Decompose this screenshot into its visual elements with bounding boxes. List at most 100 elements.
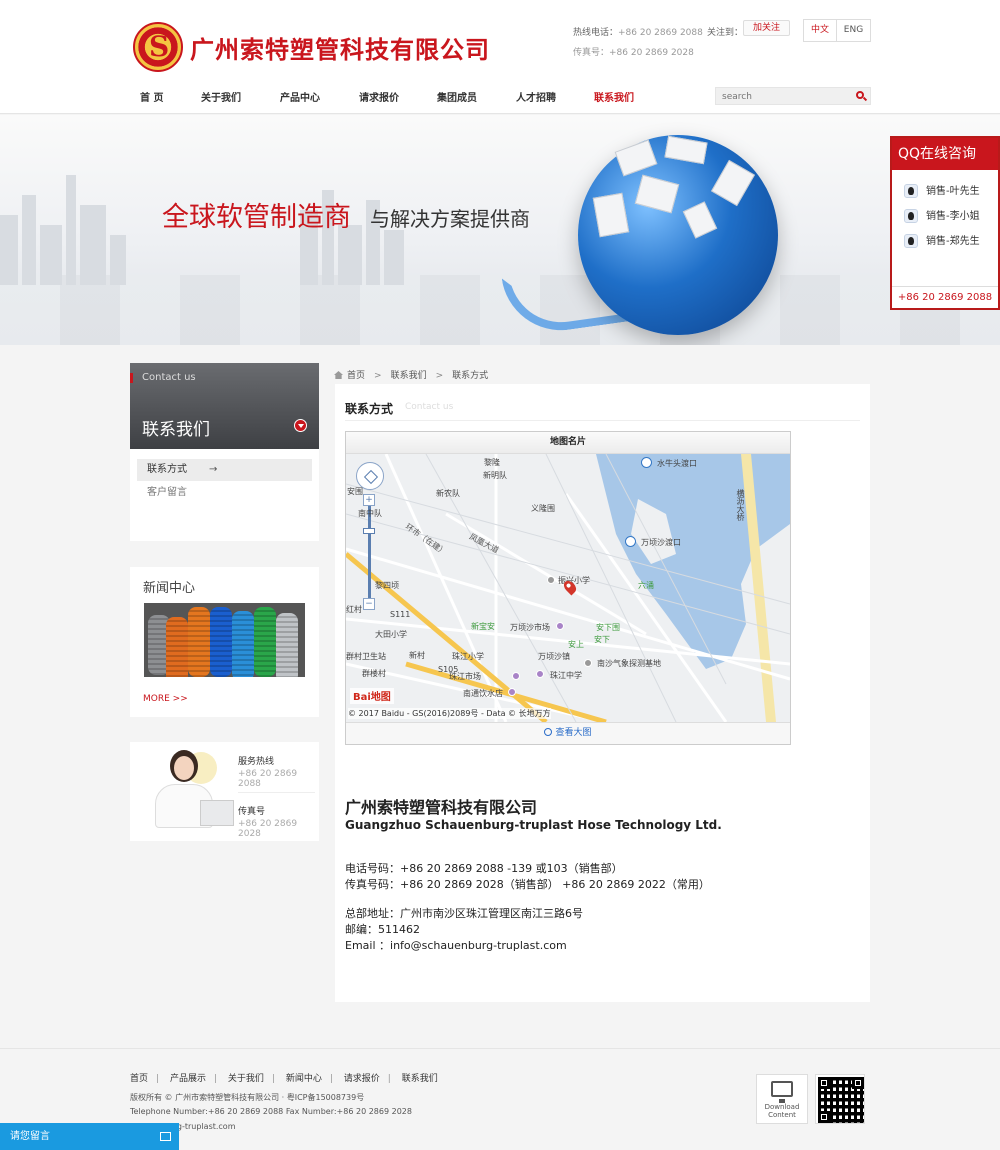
qq-panel-phone: +86 20 2869 2088 [892, 286, 998, 308]
company-logo-emblem[interactable]: S [133, 22, 183, 72]
map-label: 安下 [594, 635, 610, 644]
map-label: 红村 [346, 605, 362, 614]
leave-message-label: 请您留言 [10, 1131, 50, 1142]
weibo-follow-button[interactable]: 加关注 [743, 20, 790, 36]
lang-chinese-button[interactable]: 中文 [803, 19, 837, 42]
map-label: 安下围 [596, 623, 620, 632]
nav-group[interactable]: 集团成员 [437, 89, 477, 104]
map-zoom-out-button[interactable]: − [363, 598, 375, 610]
service-fax-label: 传真号 [238, 807, 266, 817]
baidu-map-logo[interactable]: Bai地图 [350, 688, 394, 704]
sidebar-contact-en: Contact us [142, 372, 196, 383]
chevron-down-icon[interactable] [294, 419, 307, 432]
nav-about[interactable]: 关于我们 [201, 89, 241, 104]
map-label: 万顷沙市场 [510, 623, 550, 632]
leave-message-bar[interactable]: 请您留言 [0, 1123, 179, 1150]
map-label: 新明队 [483, 471, 507, 480]
nav-contact[interactable]: 联系我们 [594, 89, 634, 104]
map-label: 新宝安 [471, 622, 495, 631]
news-more-link[interactable]: MORE >> [143, 694, 188, 704]
map-label: 水牛头渡口 [657, 459, 697, 468]
map-label: 黎四顷 [375, 581, 399, 590]
map-zoom-handle[interactable] [363, 528, 375, 534]
sidebar-accent-bar [130, 373, 133, 383]
map-label: 珠江中学 [550, 671, 582, 680]
footer-link-quote[interactable]: 请求报价 [344, 1074, 380, 1084]
map-label: 南沙气象探测基地 [597, 659, 661, 668]
sidebar-contact-header: Contact us 联系我们 [130, 363, 319, 449]
search-input[interactable] [716, 89, 846, 105]
minimize-icon[interactable] [160, 1132, 171, 1141]
banner-headline-dark: 与解决方案提供商 [370, 207, 530, 231]
nav-quote[interactable]: 请求报价 [359, 89, 399, 104]
download-content-button[interactable]: Download Content [756, 1074, 808, 1124]
news-hose-image[interactable] [144, 603, 305, 677]
market-icon [512, 672, 520, 680]
sidebar-news: 新闻中心 MORE >> [130, 567, 319, 717]
lang-english-button[interactable]: ENG [836, 19, 871, 42]
service-hotline-value: +86 20 2869 2088 [238, 769, 298, 789]
sidebar-item-guestbook[interactable]: 客户留言 [137, 482, 312, 504]
main-content: 联系方式 Contact us 地图名片 + − 黎隆 新明队 水牛头渡口 安围… [335, 384, 870, 1002]
footer-link-home[interactable]: 首页 [130, 1074, 148, 1084]
map-label: 新村 [409, 651, 425, 660]
view-larger-map-link[interactable]: 查看大图 [346, 722, 790, 744]
nav-home[interactable]: 首 页 [140, 89, 163, 104]
site-header: S 广州索特塑管科技有限公司 热线电话：+86 20 2869 2088 传真号… [0, 0, 1000, 114]
footer-copyright: 版权所有 © 广州市索特塑管科技有限公司 · 粤ICP备15008739号 [130, 1093, 365, 1102]
phone-line: 电话号码：+86 20 2869 2088 -139 或103（销售部） [345, 862, 623, 875]
qq-contact-li[interactable]: 销售-李小姐 [904, 207, 980, 223]
qq-penguin-icon [904, 184, 918, 198]
page-subtitle: Contact us [405, 402, 454, 412]
map-copyright: © 2017 Baidu - GS(2016)2089号 - Data © 长地… [348, 708, 551, 719]
hero-banner: 全球软管制造商 与解决方案提供商 [0, 115, 1000, 345]
qq-contact-ye[interactable]: 销售-叶先生 [904, 182, 980, 198]
sidebar-service: 服务热线 +86 20 2869 2088 传真号 +86 20 2869 20… [130, 742, 319, 841]
map-label: 六涌 [638, 581, 654, 590]
footer-tel-fax: Telephone Number:+86 20 2869 2088 Fax Nu… [130, 1107, 412, 1116]
search-icon[interactable] [856, 91, 864, 99]
map-label: 义隆围 [531, 504, 555, 513]
news-title: 新闻中心 [143, 581, 196, 596]
breadcrumb-contact[interactable]: 联系我们 [391, 371, 427, 381]
map-zoom-slider[interactable] [368, 506, 371, 598]
map-card: 地图名片 + − 黎隆 新明队 水牛头渡口 安围 新农队 义隆围 南中队 凤凰大… [345, 431, 791, 745]
qq-chat-panel: QQ在线咨询 销售-叶先生 销售-李小姐 销售-郑先生 +86 20 2869 … [890, 136, 1000, 310]
breadcrumb: 首页 > 联系我们 > 联系方式 [334, 368, 488, 381]
footer-link-contact[interactable]: 联系我们 [402, 1074, 438, 1084]
map-label: 新农队 [436, 489, 460, 498]
footer-links: 首页 | 产品展示 | 关于我们 | 新闻中心 | 请求报价 | 联系我们 [130, 1074, 438, 1084]
map-zoom-in-button[interactable]: + [363, 494, 375, 506]
service-hotline-label: 服务热线 [238, 757, 275, 767]
footer-link-news[interactable]: 新闻中心 [286, 1074, 322, 1084]
market-icon [556, 622, 564, 630]
zip-line: 邮编：511462 [345, 923, 420, 936]
school-icon [536, 670, 544, 678]
company-name-logo[interactable]: 广州索特塑管科技有限公司 [190, 30, 490, 65]
map-label: 安围 [347, 487, 363, 496]
map-label: 万顷沙渡口 [641, 538, 681, 547]
sidebar-item-contact-info[interactable]: 联系方式 → [137, 459, 312, 481]
map-label: 横沥大桥 [736, 489, 745, 521]
map-label: 南中队 [358, 509, 382, 518]
qq-contact-zheng[interactable]: 销售-郑先生 [904, 232, 980, 248]
map-label: 黎隆 [484, 458, 500, 467]
map-label: 群楼村 [362, 669, 386, 678]
footer-link-products[interactable]: 产品展示 [170, 1074, 206, 1084]
map-label: 珠江市场 [449, 672, 481, 681]
email-line[interactable]: Email ：info@schauenburg-truplast.com [345, 937, 567, 953]
baidu-map[interactable]: + − 黎隆 新明队 水牛头渡口 安围 新农队 义隆围 南中队 凤凰大道 万顷沙… [346, 454, 790, 722]
breadcrumb-home[interactable]: 首页 [347, 371, 365, 381]
qq-penguin-icon [904, 234, 918, 248]
banner-globe-image [578, 135, 778, 335]
map-label: 珠江小学 [452, 652, 484, 661]
nav-jobs[interactable]: 人才招聘 [516, 89, 556, 104]
customer-service-image [140, 750, 234, 835]
follow-label: 关注到： [707, 28, 744, 38]
station-icon [584, 659, 592, 667]
sidebar-contact-menu: Contact us 联系我们 联系方式 → 客户留言 [130, 363, 319, 541]
service-divider [238, 792, 315, 793]
nav-products[interactable]: 产品中心 [280, 89, 320, 104]
fax-info: 传真号：+86 20 2869 2028 [573, 48, 694, 58]
footer-link-about[interactable]: 关于我们 [228, 1074, 264, 1084]
